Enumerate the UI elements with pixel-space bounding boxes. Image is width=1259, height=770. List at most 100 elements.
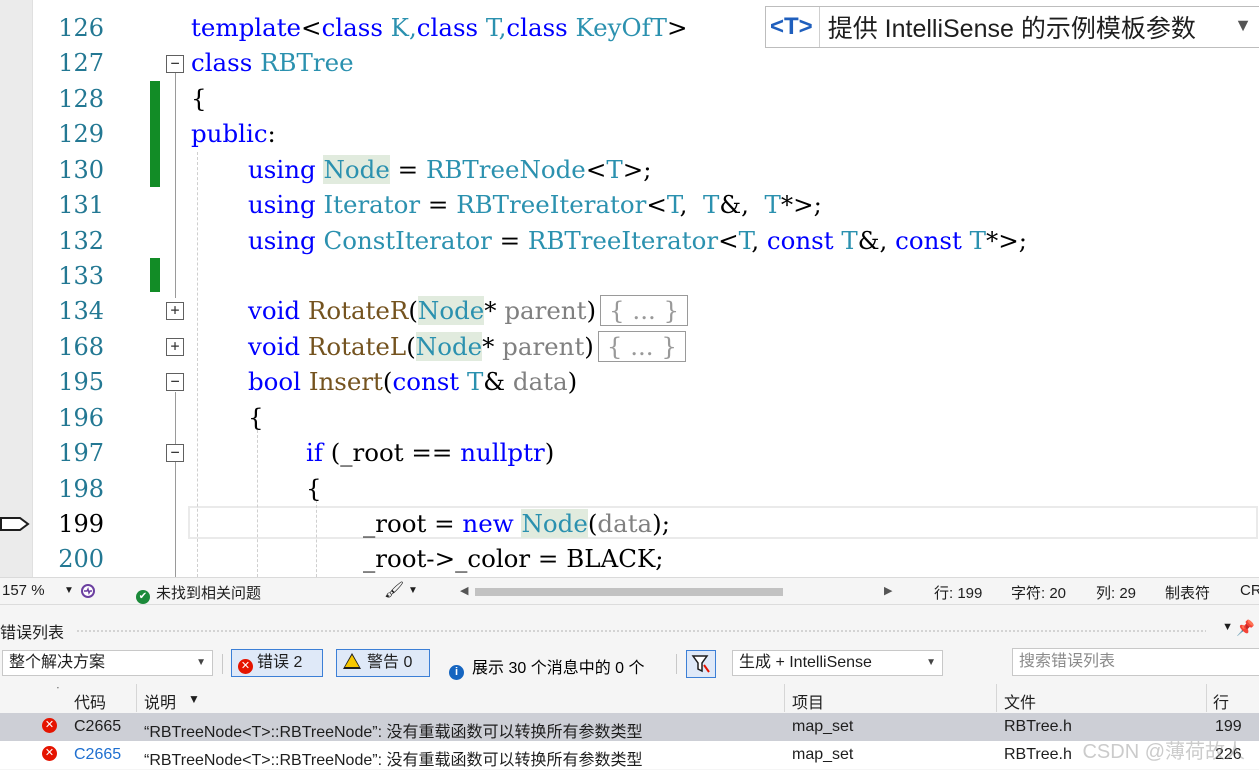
sort-indicator-icon[interactable]: ⠁ (56, 686, 63, 697)
indent-mode[interactable]: 制表符 (1165, 582, 1210, 603)
zoom-dropdown-arrow-icon[interactable]: ▼ (64, 585, 74, 596)
code-line[interactable]: 196 { (0, 401, 1259, 436)
column-code[interactable]: 代码 (74, 689, 106, 713)
line-number: 200 (58, 545, 104, 573)
line-ending[interactable]: CR (1240, 582, 1259, 599)
code-text[interactable]: if (_root == nullptr) (306, 438, 554, 468)
editor-status-strip: 157 % ▼ ✔ 未找到相关问题 🖌 ▼ ◀ ▶ 行: 199 字符: 20 列… (0, 577, 1259, 604)
pin-icon[interactable]: 📌 (1236, 619, 1255, 637)
collapsed-block-rotater[interactable]: { ... } (600, 295, 689, 326)
code-text[interactable]: void RotateL(Node* parent){ ... } (248, 331, 686, 362)
cleanup-dropdown-icon[interactable]: ▼ (408, 585, 418, 596)
scrollbar-thumb[interactable] (475, 588, 783, 596)
error-description: “RBTreeNode<T>::RBTreeNode”: 没有重载函数可以转换所… (144, 724, 643, 741)
code-text[interactable]: void RotateR(Node* parent){ ... } (248, 295, 689, 326)
code-line[interactable]: 128 { (0, 82, 1259, 117)
column-description[interactable]: 说明 (144, 689, 176, 713)
code-text[interactable]: class RBTree (191, 48, 354, 78)
line-number: 129 (58, 120, 104, 148)
code-text[interactable]: { (191, 84, 207, 114)
code-line-current[interactable]: 199 _root = new Node(data); (0, 507, 1259, 542)
watermark: CSDN @薄荷故人 (1082, 741, 1245, 763)
scope-dropdown[interactable]: 整个解决方案 ▼ (2, 650, 213, 676)
collapsed-block-rotatel[interactable]: { ... } (597, 331, 686, 362)
error-list-toolbar: 整个解决方案 ▼ ✕ 错误 2 警告 0 i 展示 30 个消息中的 0 个 生成 +… (0, 648, 1259, 680)
warnings-filter-button[interactable]: 警告 0 (336, 649, 430, 677)
column-separator[interactable] (136, 684, 137, 712)
code-text[interactable]: public: (191, 119, 276, 149)
error-icon: ✕ (42, 718, 57, 733)
chevron-down-icon: ▼ (926, 657, 936, 668)
code-line[interactable]: 197 if (_root == nullptr) (0, 436, 1259, 471)
column-project[interactable]: 项目 (792, 689, 824, 713)
code-line[interactable]: 195 bool Insert(const T& data) (0, 365, 1259, 400)
error-file: RBTree.h (1004, 718, 1072, 735)
error-row[interactable]: ✕ C2665 “RBTreeNode<T>::RBTreeNode”: 没有重… (0, 713, 1259, 741)
messages-filter-button[interactable]: i 展示 30 个消息中的 0 个 (449, 654, 644, 680)
column-separator[interactable] (996, 684, 997, 712)
line-number: 198 (58, 475, 104, 503)
health-icon[interactable] (80, 583, 96, 599)
error-line: 199 (1215, 718, 1242, 735)
line-number: 196 (58, 404, 104, 432)
intellisense-template-bar[interactable]: <T> 提供 IntelliSense 的示例模板参数 ▼ (765, 6, 1259, 48)
error-search-input[interactable]: 搜索错误列表 (1012, 648, 1259, 676)
code-line[interactable]: 134 void RotateR(Node* parent){ ... } (0, 294, 1259, 329)
sort-descending-icon[interactable]: ▼ (188, 692, 200, 706)
issues-status[interactable]: ✔ 未找到相关问题 (136, 582, 261, 604)
line-number: 130 (58, 156, 104, 184)
code-line[interactable]: 168 void RotateL(Node* parent){ ... } (0, 330, 1259, 365)
template-param-tag[interactable]: <T> (766, 7, 820, 47)
scroll-right-icon[interactable]: ▶ (884, 584, 892, 597)
cursor-char[interactable]: 字符: 20 (1011, 582, 1066, 603)
code-text[interactable]: { (306, 474, 322, 504)
column-separator[interactable] (1206, 684, 1207, 712)
info-icon: i (449, 665, 464, 680)
code-text[interactable]: _root = new Node(data); (363, 509, 670, 539)
error-code-link[interactable]: C2665 (74, 746, 121, 764)
error-row[interactable]: ✕ C2665 “RBTreeNode<T>::RBTreeNode”: 没有重… (0, 741, 1259, 769)
error-icon: ✕ (42, 746, 57, 761)
panel-title-bar[interactable]: 错误列表 ▼ 📌 (0, 604, 1259, 645)
column-file[interactable]: 文件 (1004, 689, 1036, 713)
line-number: 131 (58, 191, 104, 219)
code-line[interactable]: 133 (0, 259, 1259, 294)
chevron-down-icon[interactable]: ▼ (1234, 15, 1252, 36)
code-text[interactable]: using Iterator = RBTreeIterator<T, T&, T… (248, 190, 822, 220)
filter-icon[interactable] (686, 650, 716, 678)
error-project: map_set (792, 746, 854, 763)
code-text[interactable]: using Node = RBTreeNode<T>; (248, 155, 651, 185)
code-line[interactable]: 198 { (0, 472, 1259, 507)
build-source-dropdown[interactable]: 生成 + IntelliSense ▼ (732, 650, 943, 676)
cursor-line[interactable]: 行: 199 (934, 582, 982, 603)
panel-menu-icon[interactable]: ▼ (1222, 621, 1233, 633)
line-number: 133 (58, 262, 104, 290)
code-line[interactable]: 127 class RBTree (0, 46, 1259, 81)
code-text[interactable]: bool Insert(const T& data) (248, 367, 577, 397)
zoom-level[interactable]: 157 % (2, 582, 45, 599)
error-code[interactable]: C2665 (74, 718, 121, 736)
scroll-left-icon[interactable]: ◀ (460, 584, 468, 597)
errors-filter-button[interactable]: ✕ 错误 2 (231, 649, 323, 677)
code-text[interactable]: _root->_color = BLACK; (363, 544, 664, 574)
code-line[interactable]: 132 using ConstIterator = RBTreeIterator… (0, 224, 1259, 259)
code-line[interactable]: 200 _root->_color = BLACK; (0, 542, 1259, 577)
drag-grip[interactable] (76, 629, 1206, 634)
line-number: 134 (58, 297, 104, 325)
code-text[interactable]: template<class K,class T,class KeyOfT> (191, 13, 688, 43)
check-circle-icon: ✔ (136, 590, 150, 604)
cursor-column[interactable]: 列: 29 (1096, 582, 1136, 603)
code-line[interactable]: 130 using Node = RBTreeNode<T>; (0, 153, 1259, 188)
line-number: 199 (58, 510, 104, 538)
code-line[interactable]: 129 public: (0, 117, 1259, 152)
horizontal-scrollbar[interactable] (475, 588, 875, 596)
cleanup-brush-icon[interactable]: 🖌 (384, 580, 404, 600)
column-separator[interactable] (784, 684, 785, 712)
code-editor[interactable]: − + + − − 126 template<class K,class T,c… (0, 0, 1259, 577)
column-line[interactable]: 行 (1213, 689, 1229, 713)
line-number: 126 (58, 14, 104, 42)
code-line[interactable]: 131 using Iterator = RBTreeIterator<T, T… (0, 188, 1259, 223)
code-text[interactable]: { (248, 403, 264, 433)
error-description: “RBTreeNode<T>::RBTreeNode”: 没有重载函数可以转换所… (144, 752, 643, 769)
code-text[interactable]: using ConstIterator = RBTreeIterator<T, … (248, 226, 1027, 256)
